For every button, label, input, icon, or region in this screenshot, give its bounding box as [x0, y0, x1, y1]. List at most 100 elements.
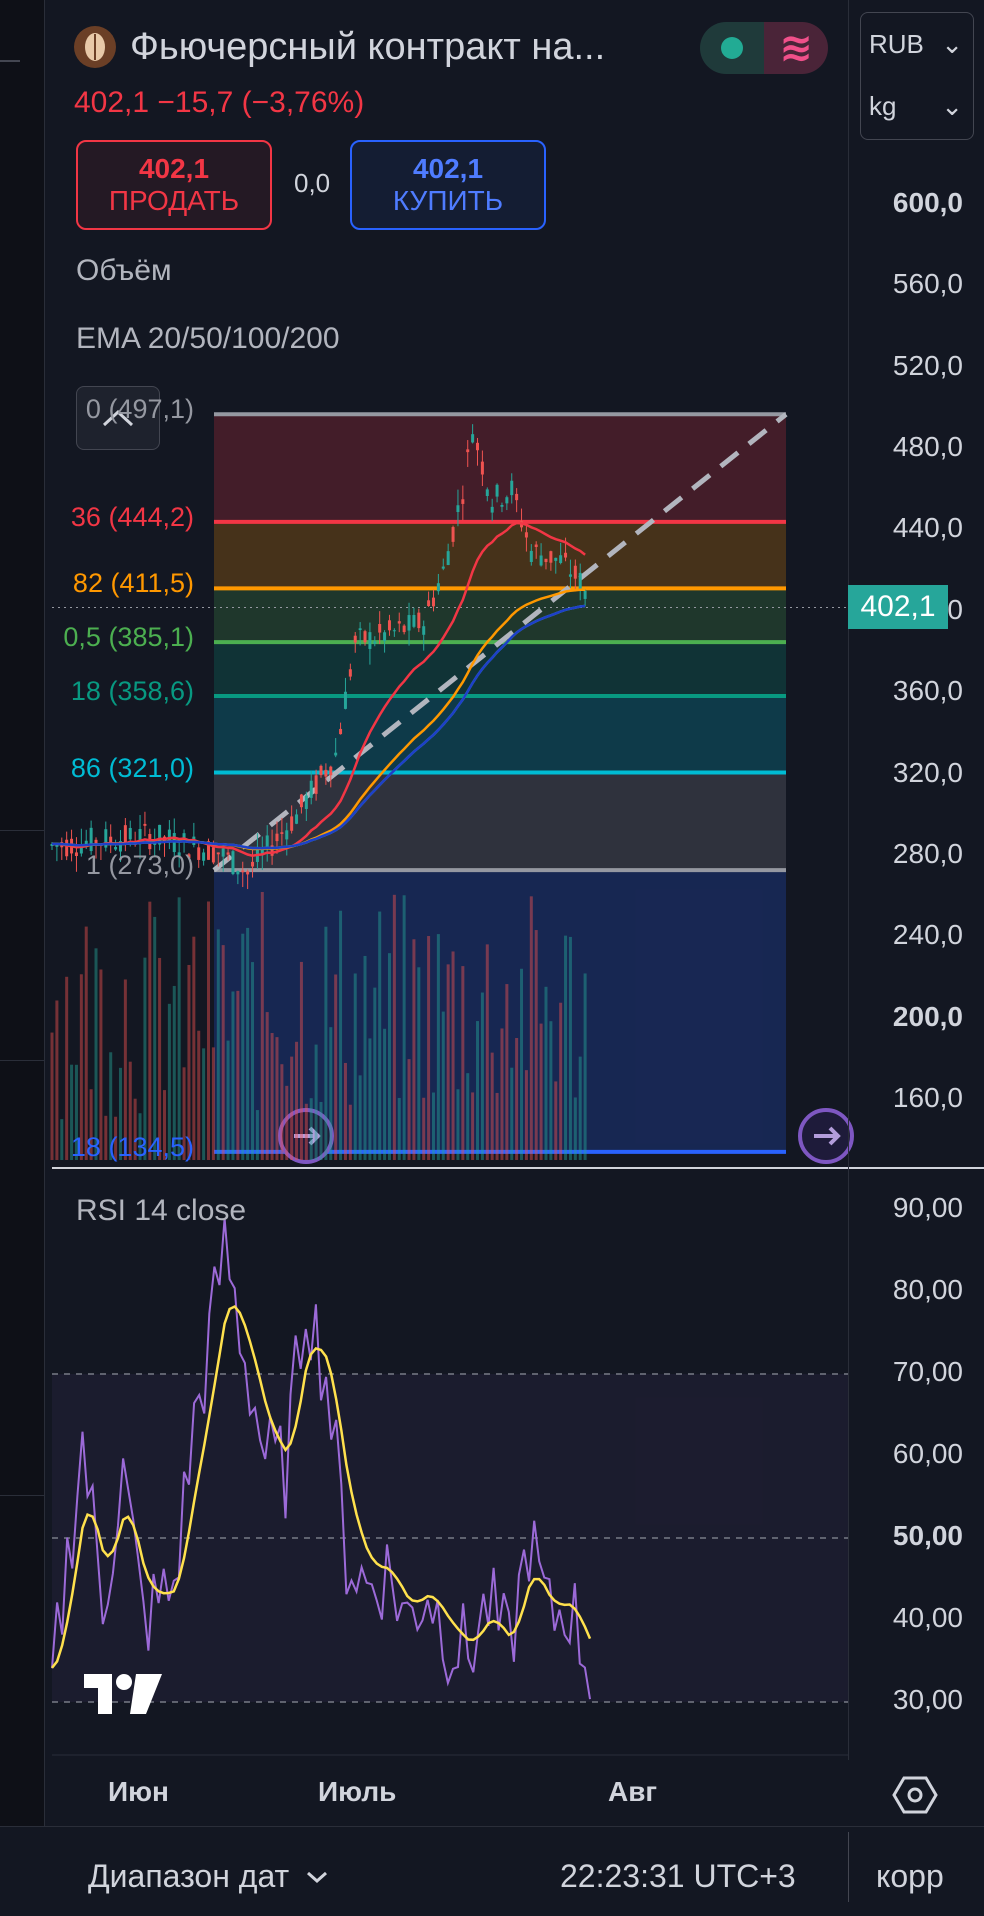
volume-bar	[285, 1085, 289, 1160]
volume-bar	[466, 1073, 470, 1160]
candle-body	[480, 461, 484, 475]
volume-bar	[402, 895, 406, 1160]
volume-bar	[515, 1037, 519, 1160]
candle-body	[471, 434, 475, 443]
candle-body	[392, 630, 396, 632]
symbol-title: Фьючерсный контракт на...	[130, 25, 606, 68]
fib-band	[214, 521, 786, 589]
candle-body	[363, 631, 367, 643]
volume-bar	[363, 955, 367, 1160]
volume-bar	[480, 992, 484, 1160]
fib-level-label: 0,5 (385,1)	[63, 622, 194, 653]
volume-bar	[568, 936, 572, 1160]
time-axis[interactable]: Июн Июль Авг	[52, 1760, 847, 1825]
volume-bar	[495, 1092, 499, 1160]
volume-bar	[451, 951, 455, 1160]
volume-bar	[226, 1040, 230, 1160]
delayed-data-icon: ≋	[764, 22, 828, 74]
candle-body	[89, 827, 93, 852]
volume-bar	[583, 973, 587, 1160]
candle-body	[495, 484, 499, 497]
candle-body	[167, 829, 171, 842]
volume-bar	[309, 1098, 313, 1160]
volume-bar	[231, 991, 235, 1160]
volume-bar	[211, 1047, 215, 1160]
fib-level-label: 18 (134,5)	[70, 1131, 194, 1162]
candle-body	[573, 565, 577, 579]
rsi-axis-label: 40,00	[892, 1602, 963, 1633]
volume-bar	[295, 1041, 299, 1160]
price-axis-label: 360,0	[892, 675, 963, 707]
volume-bar	[529, 896, 533, 1160]
ema-indicator-label[interactable]: EMA 20/50/100/200	[76, 322, 340, 356]
candle-body	[143, 823, 147, 826]
volume-bar	[260, 892, 264, 1160]
candle-body	[485, 489, 489, 497]
candle-body	[241, 870, 245, 873]
volume-bar	[407, 1059, 411, 1160]
volume-bar	[148, 901, 152, 1160]
spread-value: 0,0	[294, 168, 331, 198]
chart-settings-button[interactable]	[890, 1770, 940, 1820]
volume-bar	[236, 990, 240, 1160]
volume-bar	[202, 1048, 206, 1160]
volume-bar	[534, 930, 538, 1160]
volume-bar	[251, 962, 255, 1160]
candle-body	[524, 532, 528, 538]
fib-level-label: 86 (321,0)	[70, 752, 194, 783]
rsi-axis-label: 30,00	[892, 1684, 963, 1715]
volume-bar	[270, 1033, 274, 1160]
candle-body	[74, 852, 78, 857]
volume-bar	[471, 1092, 475, 1160]
time-label: Июль	[318, 1776, 397, 1807]
volume-bar	[241, 933, 245, 1160]
candle-body	[534, 544, 538, 547]
symbol-header[interactable]: Фьючерсный контракт на...	[74, 18, 605, 76]
volume-indicator-label[interactable]: Объём	[76, 254, 172, 288]
candle-body	[236, 870, 240, 875]
adjustment-button[interactable]: корр	[876, 1858, 944, 1895]
candle-body	[397, 621, 401, 624]
candle-body	[221, 848, 225, 857]
buy-button[interactable]: 402,1 КУПИТЬ	[350, 140, 546, 230]
price-axis-label: 160,0	[892, 1082, 963, 1113]
candle-body	[226, 852, 230, 855]
candle-body	[578, 572, 582, 591]
candle-body	[451, 527, 455, 542]
market-status-pill[interactable]: ≋	[700, 22, 828, 74]
candle-body	[500, 505, 504, 507]
volume-bar	[60, 1119, 64, 1160]
candle-body	[427, 600, 431, 607]
rsi-axis-label: 80,00	[892, 1274, 963, 1305]
volume-bar	[192, 936, 196, 1160]
volume-bar	[246, 927, 250, 1160]
candle-body	[309, 780, 313, 798]
tradingview-logo[interactable]	[82, 1670, 166, 1723]
clock[interactable]: 22:23:31 UTC+3	[560, 1858, 796, 1895]
volume-bar	[314, 1044, 318, 1160]
candle-body	[549, 551, 553, 563]
fib-band	[214, 696, 786, 773]
price-axis-label: 240,0	[892, 919, 963, 951]
candle-body	[334, 752, 338, 756]
date-range-button[interactable]: Диапазон дат	[88, 1858, 329, 1895]
candle-body	[515, 493, 519, 501]
volume-bar	[290, 1056, 294, 1160]
volume-bar	[383, 1028, 387, 1160]
settings-hex-icon	[892, 1776, 938, 1814]
price-axis-label: 440,0	[892, 512, 963, 544]
price-axis-label: 320,0	[892, 756, 963, 788]
volume-bar	[446, 964, 450, 1160]
volume-bar	[564, 935, 568, 1160]
rsi-axis-label: 70,00	[892, 1356, 963, 1387]
volume-bar	[554, 1081, 558, 1160]
volume-bar	[177, 897, 181, 1160]
candle-body	[348, 669, 352, 677]
rsi-indicator-label[interactable]: RSI 14 close	[76, 1194, 246, 1228]
sell-button[interactable]: 402,1 ПРОДАТЬ	[76, 140, 272, 230]
candle-body	[564, 552, 568, 558]
price-axis[interactable]: 600,0560,0520,0480,0440,0400,0360,0320,0…	[848, 0, 984, 1760]
volume-bar	[319, 1101, 323, 1160]
divider	[848, 1832, 849, 1902]
volume-bar	[158, 957, 162, 1160]
